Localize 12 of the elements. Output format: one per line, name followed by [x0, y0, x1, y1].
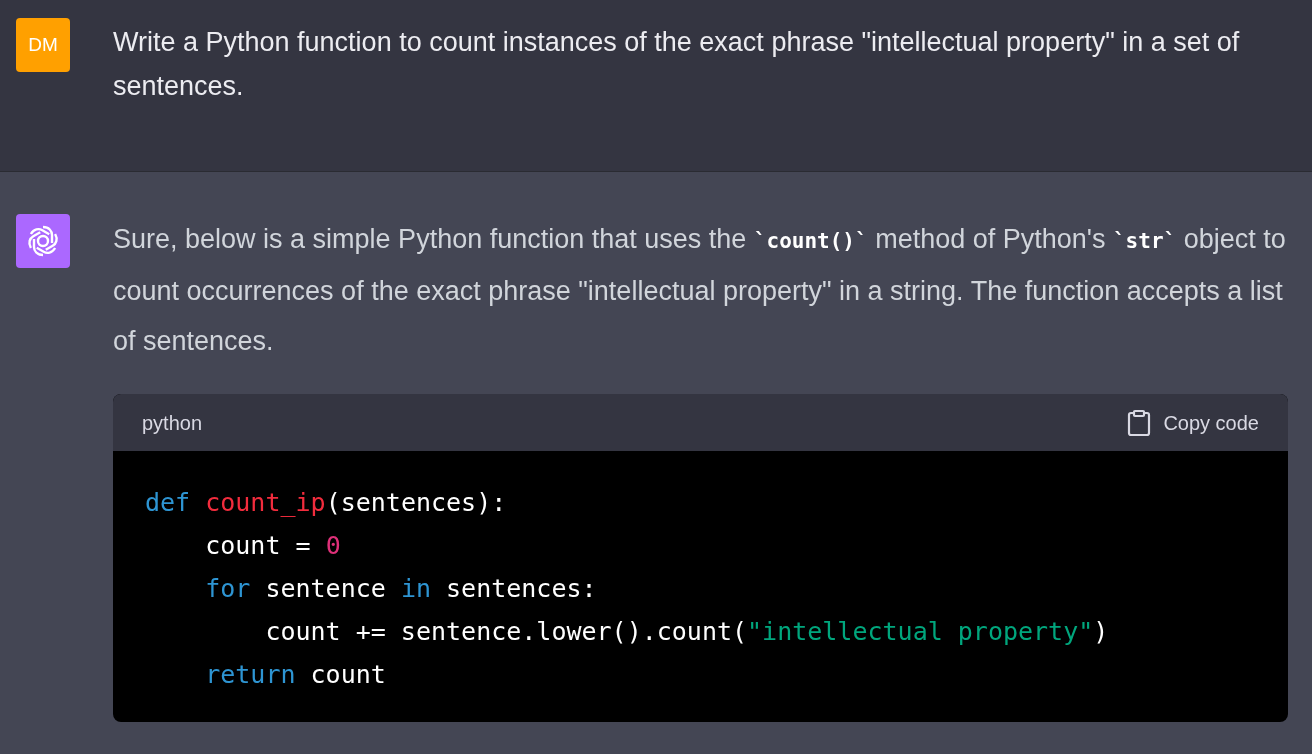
- code-line: for sentence in sentences:: [204, 573, 597, 605]
- assistant-message: Sure, below is a simple Python function that uses the `count()` method of Python's `str` object to count occurrences of the exact phrase "intellectual property" in a string. The function accepts a list of sentences.: [113, 223, 1287, 358]
- clipboard-icon: [1127, 408, 1152, 437]
- user-message: Write a Python function to count instances of the exact phrase "intellectual property" in a set of sentences.: [113, 26, 1241, 103]
- copy-code-button[interactable]: Copy code: [1127, 407, 1259, 438]
- code-line: def count_ip(sentences):: [145, 487, 507, 519]
- code-line: return count: [204, 659, 386, 691]
- logo-icon: [25, 223, 61, 259]
- user-avatar: DM: [16, 18, 70, 72]
- language-label: python: [142, 410, 203, 436]
- code-line: count = 0: [204, 530, 341, 562]
- code-line: count += sentence.lower().count("intellectual property"): [264, 616, 1109, 648]
